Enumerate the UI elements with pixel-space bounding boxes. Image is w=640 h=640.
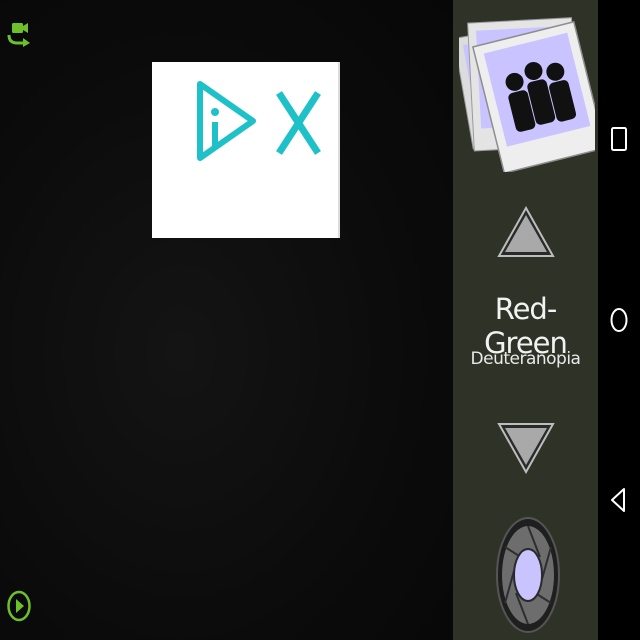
triangle-down-icon: [497, 423, 555, 475]
next-mode-button[interactable]: [497, 420, 555, 475]
aperture-icon: [496, 517, 560, 633]
square-icon: [611, 127, 627, 151]
circle-icon: [610, 308, 628, 332]
system-navigation-bar: [598, 0, 640, 640]
previous-mode-button[interactable]: [497, 205, 555, 260]
adchoices-icon[interactable]: [197, 81, 256, 161]
triangle-left-icon: [611, 488, 625, 512]
ad-banner[interactable]: [152, 62, 338, 238]
camera-viewfinder[interactable]: [0, 0, 453, 640]
play-circle-icon[interactable]: [4, 589, 32, 623]
control-panel: Red-Green Deuteranopia: [453, 0, 607, 640]
triangle-up-icon: [497, 205, 555, 257]
back-button[interactable]: [607, 487, 631, 513]
switch-camera-icon[interactable]: [6, 20, 34, 48]
shutter-button[interactable]: [496, 517, 560, 633]
home-button[interactable]: [607, 307, 631, 333]
recent-apps-button[interactable]: [607, 126, 631, 152]
gallery-icon[interactable]: [453, 6, 607, 175]
mode-subtitle: Deuteranopia: [470, 349, 581, 369]
close-icon[interactable]: [276, 91, 321, 155]
